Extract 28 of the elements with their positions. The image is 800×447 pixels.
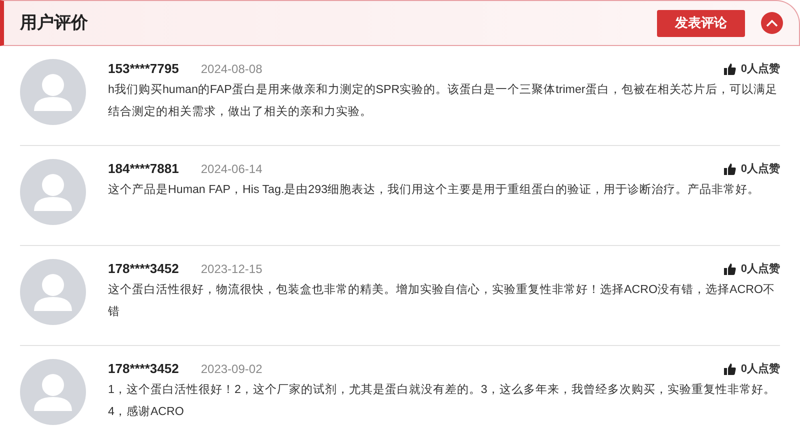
review-date: 2024-08-08 [200,61,264,78]
section-title: 用户评价 [20,12,89,34]
review-text: 这个产品是Human FAP，His Tag.是由293细胞表达，我们用这个主要是用于重组蛋白的验证，用于诊断治疗。产品非常好。 [108,182,761,198]
post-comment-button[interactable]: 发表评论 [657,10,745,36]
thumbs-up-icon [724,363,736,375]
username: 178****3452 [108,360,179,378]
thumbs-up-icon [724,63,736,75]
username: 184****7881 [108,160,179,178]
username: 178****3452 [108,260,179,278]
review-text: h我们购买human的FAP蛋白是用来做亲和力测定的SPR实验的。该蛋白是一个三聚体trimer蛋白，包被在相关芯片后，可以满足结合测定的相关需求，做出了相关的亲和力实验。 [108,82,778,120]
review-date: 2023-12-15 [200,261,264,278]
like-count: 0人点赞 [740,62,780,77]
avatar-icon [20,259,86,325]
avatar-icon [20,59,86,125]
username: 153****7795 [108,60,179,78]
review-text: 1，这个蛋白活性很好！2，这个厂家的试剂，尤其是蛋白就没有差的。3，这么多年来，我曾经多次购买，实验重复性非常好。4，感谢ACRO [108,382,776,420]
avatar-icon [20,359,86,425]
review-date: 2023-09-02 [200,361,264,378]
chevron-up-icon [766,19,778,27]
like-count: 0人点赞 [740,362,780,377]
thumbs-up-icon [724,163,736,175]
thumbs-up-icon [724,263,736,275]
review-date: 2024-06-14 [200,161,264,178]
avatar-icon [20,159,86,225]
review-text: 这个蛋白活性很好，物流很快，包装盒也非常的精美。增加实验自信心，实验重复性非常好！选择ACRO没有错，选择ACRO不错 [108,282,776,320]
like-count: 0人点赞 [740,262,780,277]
like-count: 0人点赞 [740,162,780,177]
collapse-button[interactable] [761,12,783,34]
